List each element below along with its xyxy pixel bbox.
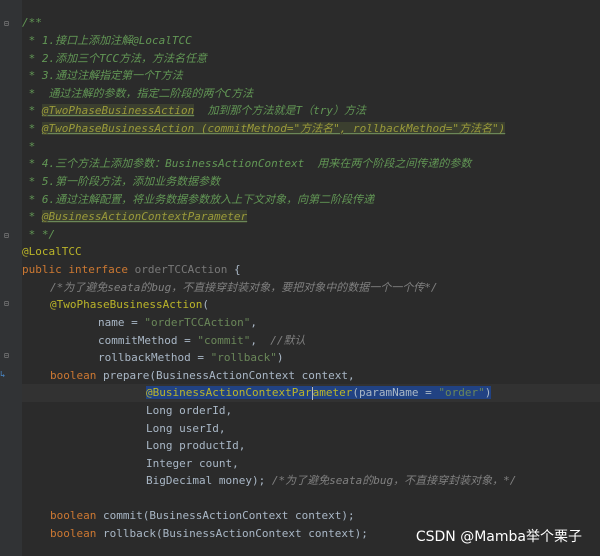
fold-icon[interactable]: ⊟	[4, 232, 9, 240]
code-line: * 5.第一阶段方法，添加业务数据参数	[22, 173, 600, 191]
string-literal: "commit"	[197, 334, 251, 347]
line-comment: //默认	[270, 334, 306, 347]
current-line: @BusinessActionContextParameter(paramNam…	[22, 384, 600, 402]
code-editor[interactable]: /** * 1.接口上添加注解@LocalTCC * 2.添加三个TCC方法，方…	[22, 0, 600, 556]
doc-annotation-tag[interactable]: @TwoPhaseBusinessAction	[41, 104, 195, 117]
code-line: Long userId,	[146, 422, 226, 435]
code-line: rollbackMethod = "rollback")	[98, 351, 284, 364]
doc-comment: * 4.三个方法上添加参数：BusinessActionContext 用来在两…	[22, 157, 472, 170]
code-line: /**	[22, 14, 600, 32]
doc-comment: /**	[22, 16, 42, 29]
code-line: name = "orderTCCAction",	[98, 316, 257, 329]
code-line: *	[22, 140, 36, 153]
code-line: * @BusinessActionContextParameter	[22, 210, 248, 223]
code-line: @TwoPhaseBusinessAction(	[50, 298, 209, 311]
block-comment: /*为了避免seata的bug，不直接穿封装对象，*/	[265, 474, 517, 487]
code-line: * 1.接口上添加注解@LocalTCC	[22, 32, 600, 50]
fold-icon[interactable]: ⊟	[4, 20, 9, 28]
fold-icon[interactable]: ⊟	[4, 352, 9, 360]
code-line: public interface orderTCCAction {	[22, 263, 241, 276]
code-line: boolean commit(BusinessActionContext con…	[50, 509, 355, 522]
doc-comment: * 5.第一阶段方法，添加业务数据参数	[22, 175, 221, 188]
doc-comment: * 1.接口上添加注解@LocalTCC	[22, 34, 192, 47]
code-line: BigDecimal money); /*为了避免seata的bug，不直接穿封…	[146, 474, 517, 487]
method-name[interactable]: rollback	[103, 527, 156, 540]
editor-gutter: ⊟ ⊟ ⊟ ⊟ ↳	[0, 0, 22, 556]
line-comment: /*为了避免seata的bug，不直接穿封装对象，要把对象中的数据一个一个传*/	[50, 281, 438, 294]
interface-name[interactable]: orderTCCAction	[135, 263, 228, 276]
code-line: * */	[22, 228, 56, 241]
code-line: Integer count,	[146, 457, 239, 470]
watermark: CSDN @Mamba举个栗子	[415, 529, 582, 545]
code-line: * @TwoPhaseBusinessAction (commitMethod=…	[22, 122, 506, 135]
code-line: Long orderId,	[146, 404, 233, 417]
code-line: * 3.通过注解指定第一个T方法	[22, 67, 600, 85]
method-name[interactable]: commit	[103, 509, 143, 522]
doc-comment: * 3.通过注解指定第一个T方法	[22, 69, 183, 82]
string-literal: "order"	[438, 386, 485, 399]
fold-icon[interactable]: ⊟	[4, 300, 9, 308]
code-line: * 6.通过注解配置，将业务数据参数放入上下文对象，向第二阶段传递	[22, 191, 600, 209]
string-literal: "orderTCCAction"	[144, 316, 251, 329]
doc-comment: * 6.通过注解配置，将业务数据参数放入上下文对象，向第二阶段传递	[22, 193, 375, 206]
doc-comment: * 通过注解的参数，指定二阶段的两个C方法	[22, 87, 254, 100]
annotation[interactable]: @TwoPhaseBusinessAction	[50, 298, 202, 311]
code-line: * 通过注解的参数，指定二阶段的两个C方法	[22, 85, 600, 103]
code-line: * 2.添加三个TCC方法，方法名任意	[22, 50, 600, 68]
code-line: * 4.三个方法上添加参数：BusinessActionContext 用来在两…	[22, 155, 600, 173]
code-line: Long productId,	[146, 439, 246, 452]
doc-annotation-tag[interactable]: @BusinessActionContextParameter	[41, 210, 248, 223]
annotation[interactable]: @LocalTCC	[22, 245, 82, 258]
code-line: * @TwoPhaseBusinessAction 加到那个方法就是T（try）…	[22, 104, 366, 117]
annotation[interactable]: @BusinessActionContextPar	[146, 386, 312, 399]
doc-comment: * 2.添加三个TCC方法，方法名任意	[22, 52, 207, 65]
code-line: commitMethod = "commit", //默认	[98, 334, 306, 347]
code-line: boolean prepare(BusinessActionContext co…	[50, 369, 355, 382]
doc-annotation-tag[interactable]: @TwoPhaseBusinessAction (commitMethod="方…	[41, 122, 506, 135]
method-name[interactable]: prepare	[103, 369, 149, 382]
string-literal: "rollback"	[210, 351, 277, 364]
implementation-marker-icon[interactable]: ↳	[0, 370, 5, 380]
code-line: /*为了避免seata的bug，不直接穿封装对象，要把对象中的数据一个一个传*/	[22, 279, 600, 297]
code-line: @LocalTCC	[22, 243, 600, 261]
